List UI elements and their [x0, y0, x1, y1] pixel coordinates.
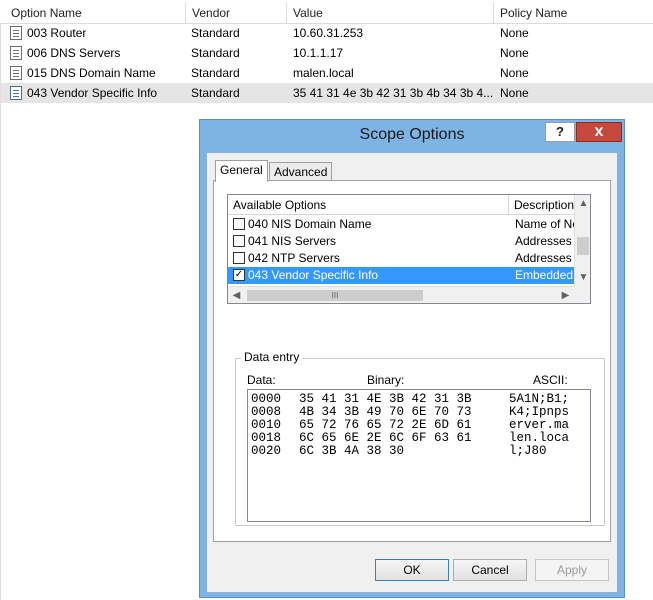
tab-general[interactable]: General [215, 160, 268, 182]
option-value: 35 41 31 4e 3b 42 31 3b 4b 34 3b 4... [293, 86, 493, 100]
apply-button[interactable]: Apply [535, 559, 609, 581]
col-description[interactable]: Description [509, 195, 574, 215]
option-row[interactable]: 042 NTP Servers Addresses c [228, 250, 574, 267]
list-row[interactable]: 003 Router Standard 10.60.31.253 None [0, 23, 653, 43]
option-row-name: 040 NIS Domain Name [248, 217, 372, 231]
scroll-left-icon[interactable]: ◀ [228, 287, 245, 303]
option-value: 10.60.31.253 [293, 26, 364, 40]
option-row-name: 042 NTP Servers [248, 251, 340, 265]
data-label: Data: [247, 373, 276, 387]
option-checkbox[interactable] [233, 252, 245, 264]
horizontal-scroll-thumb[interactable]: III [247, 290, 423, 301]
list-row[interactable]: 006 DNS Servers Standard 10.1.1.17 None [0, 43, 653, 63]
option-vendor: Standard [191, 86, 240, 100]
option-icon [10, 26, 22, 40]
option-checkbox[interactable] [233, 218, 245, 230]
scroll-down-icon[interactable]: ▼ [575, 269, 590, 286]
hex-binary: 6C 3B 4A 38 30 [299, 444, 405, 458]
col-option-name[interactable]: Option Name [5, 3, 186, 24]
vertical-scrollbar[interactable]: ▲ ▼ [574, 195, 590, 286]
list-row-selected[interactable]: 043 Vendor Specific Info Standard 35 41 … [0, 83, 653, 103]
horizontal-scrollbar[interactable]: ◀ III ▶ [228, 286, 574, 303]
scrollbar-corner [574, 286, 590, 303]
option-checkbox[interactable] [233, 235, 245, 247]
col-available-options[interactable]: Available Options [228, 195, 509, 215]
option-row-desc: Addresses c [515, 251, 574, 265]
list-border [0, 24, 1, 600]
option-value: malen.local [293, 66, 354, 80]
option-row-name: 043 Vendor Specific Info [248, 268, 379, 282]
option-name: 043 Vendor Specific Info [27, 86, 158, 100]
option-row-desc: Addresses c [515, 234, 574, 248]
scroll-up-icon[interactable]: ▲ [575, 195, 590, 212]
option-row[interactable]: 041 NIS Servers Addresses c [228, 233, 574, 250]
option-row-desc: Embedded v [515, 268, 574, 282]
col-policy-name[interactable]: Policy Name [494, 3, 653, 24]
options-list-header: Available Options Description [228, 195, 574, 215]
binary-data-editor[interactable]: 0000 35 41 31 4E 3B 42 31 3B 5A1N;B1; 00… [247, 389, 591, 522]
option-value: 10.1.1.17 [293, 46, 344, 60]
help-button[interactable]: ? [545, 122, 575, 142]
option-policy: None [500, 46, 529, 60]
list-row[interactable]: 015 DNS Domain Name Standard malen.local… [0, 63, 653, 83]
list-header: Option Name Vendor Value Policy Name [0, 3, 653, 24]
option-name: 015 DNS Domain Name [27, 66, 156, 80]
scope-options-dialog: Scope Options ? x General Advanced Avail… [199, 119, 625, 598]
option-row-desc: Name of Ne [515, 217, 574, 231]
option-policy: None [500, 26, 529, 40]
cancel-button[interactable]: Cancel [453, 559, 527, 581]
ok-button[interactable]: OK [375, 559, 449, 581]
option-row[interactable]: 040 NIS Domain Name Name of Ne [228, 216, 574, 233]
option-policy: None [500, 86, 529, 100]
title-bar[interactable]: Scope Options ? x [200, 120, 624, 152]
option-vendor: Standard [191, 26, 240, 40]
option-row-selected[interactable]: ✓ 043 Vendor Specific Info Embedded v [228, 267, 574, 284]
option-vendor: Standard [191, 66, 240, 80]
option-policy: None [500, 66, 529, 80]
dialog-client: General Advanced Available Options Descr… [206, 152, 618, 593]
col-vendor[interactable]: Vendor [186, 3, 287, 24]
option-icon [10, 46, 22, 60]
scroll-right-icon[interactable]: ▶ [557, 287, 574, 303]
option-icon [10, 66, 22, 80]
binary-label: Binary: [367, 373, 405, 387]
col-value[interactable]: Value [287, 3, 494, 24]
available-options-list[interactable]: Available Options Description 040 NIS Do… [227, 194, 591, 304]
hex-line: 0020 6C 3B 4A 38 30 l;J80 [251, 444, 547, 458]
option-name: 006 DNS Servers [27, 46, 121, 60]
hex-offset: 0020 [251, 444, 282, 458]
option-vendor: Standard [191, 46, 240, 60]
hex-ascii: l;J80 [509, 444, 547, 458]
vertical-scroll-thumb[interactable] [577, 237, 589, 255]
data-entry-label: Data entry [241, 350, 303, 364]
option-name: 003 Router [27, 26, 87, 40]
option-row-name: 041 NIS Servers [248, 234, 337, 248]
close-button[interactable]: x [576, 122, 622, 142]
option-checkbox-checked[interactable]: ✓ [233, 269, 245, 281]
option-icon [10, 86, 22, 100]
ascii-label: ASCII: [533, 373, 568, 387]
tab-advanced[interactable]: Advanced [269, 162, 333, 182]
